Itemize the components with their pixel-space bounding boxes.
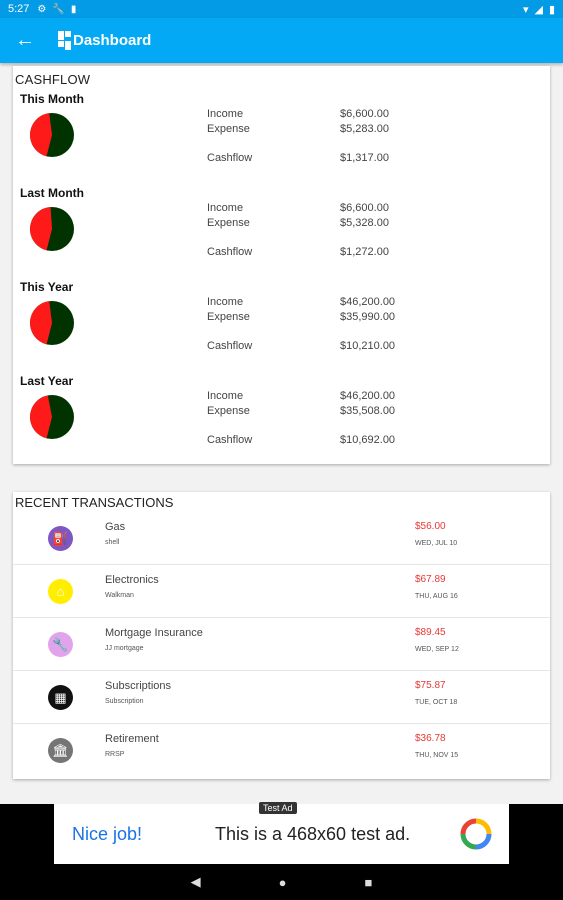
income-value: $6,600.00 bbox=[340, 202, 389, 214]
wifi-icon: ▾ bbox=[522, 3, 529, 16]
cashflow-value: $10,692.00 bbox=[340, 434, 396, 446]
wrench-icon: 🔧 bbox=[52, 3, 65, 15]
page-title: Dashboard bbox=[73, 32, 152, 49]
transaction-date: TUE, OCT 18 bbox=[415, 699, 458, 706]
arrow-back-icon[interactable]: ← bbox=[0, 29, 50, 52]
period-last-month: Last Month Income $6,600.00 Expense $5,3… bbox=[13, 186, 550, 280]
transaction-amount: $56.00 bbox=[415, 521, 446, 532]
ad-text: This is a 468x60 test ad. bbox=[215, 824, 411, 844]
app-bar: ← Dashboard bbox=[0, 18, 563, 63]
transaction-name: Electronics bbox=[105, 574, 159, 586]
cashflow-pie-chart bbox=[29, 207, 74, 251]
income-label: Income bbox=[207, 390, 244, 402]
transaction-payee: JJ mortgage bbox=[105, 645, 144, 652]
transaction-row[interactable]: 🔧 Mortgage Insurance JJ mortgage $89.45 … bbox=[13, 618, 550, 671]
transaction-row[interactable]: ⌂ Electronics Walkman $67.89 THU, AUG 16 bbox=[13, 565, 550, 618]
signal-icon: ◢ bbox=[534, 3, 543, 16]
expense-value: $35,508.00 bbox=[340, 405, 396, 417]
system-nav-bar: ◀ ● ■ bbox=[0, 864, 563, 900]
cashflow-value: $10,210.00 bbox=[340, 340, 396, 352]
income-label: Income bbox=[207, 296, 244, 308]
transaction-amount: $89.45 bbox=[415, 627, 446, 638]
transaction-row[interactable]: 🏛 Retirement RRSP $36.78 THU, NOV 15 bbox=[13, 724, 550, 777]
transaction-payee: Walkman bbox=[105, 592, 134, 599]
transaction-date: WED, SEP 12 bbox=[415, 646, 459, 653]
cashflow-card: CASHFLOW This Month Income $6,600.00 Exp… bbox=[13, 66, 550, 464]
expense-label: Expense bbox=[207, 217, 250, 229]
cashflow-value: $1,272.00 bbox=[340, 246, 389, 258]
gas-station-icon: ⛽ bbox=[48, 526, 73, 551]
transaction-date: THU, NOV 15 bbox=[415, 752, 459, 759]
transaction-name: Gas bbox=[105, 521, 126, 533]
transaction-name: Subscriptions bbox=[105, 680, 172, 692]
transaction-amount: $67.89 bbox=[415, 574, 446, 585]
ad-tag: Test Ad bbox=[259, 802, 297, 814]
income-value: $46,200.00 bbox=[340, 390, 396, 402]
transaction-date: WED, JUL 10 bbox=[415, 540, 458, 547]
battery-icon: ▮ bbox=[548, 3, 555, 16]
cashflow-heading: CASHFLOW bbox=[15, 72, 91, 87]
cashflow-label: Cashflow bbox=[207, 434, 253, 446]
nav-recents-icon[interactable]: ■ bbox=[365, 875, 373, 890]
ad-banner[interactable]: Test Ad Nice job! This is a 468x60 test … bbox=[54, 802, 509, 864]
recent-transactions-card: RECENT TRANSACTIONS ⛽ Gas shell $56.00 W… bbox=[13, 492, 550, 779]
cashflow-pie-chart bbox=[29, 395, 74, 439]
bank-icon: 🏛 bbox=[48, 738, 73, 763]
cashflow-value: $1,317.00 bbox=[340, 152, 389, 164]
cashflow-label: Cashflow bbox=[207, 152, 253, 164]
transaction-amount: $75.87 bbox=[415, 680, 446, 691]
ad-logo-icon bbox=[460, 818, 492, 850]
status-bar: 5:27 ⚙ 🔧 ▮ ▾ ◢ ▮ bbox=[0, 0, 563, 18]
cashflow-label: Cashflow bbox=[207, 340, 253, 352]
income-label: Income bbox=[207, 108, 244, 120]
transaction-row[interactable]: ⛽ Gas shell $56.00 WED, JUL 10 bbox=[13, 512, 550, 565]
period-label: Last Month bbox=[20, 186, 84, 200]
film-icon: ▦ bbox=[48, 685, 73, 710]
transaction-payee: Subscription bbox=[105, 698, 144, 705]
transaction-amount: $36.78 bbox=[415, 733, 446, 744]
wrench-icon: 🔧 bbox=[48, 632, 73, 657]
transaction-name: Retirement bbox=[105, 733, 159, 745]
expense-value: $5,328.00 bbox=[340, 217, 389, 229]
ad-headline[interactable]: Nice job! bbox=[72, 824, 142, 845]
transaction-row[interactable]: ▦ Subscriptions Subscription $75.87 TUE,… bbox=[13, 671, 550, 724]
cashflow-label: Cashflow bbox=[207, 246, 253, 258]
transaction-name: Mortgage Insurance bbox=[105, 627, 203, 639]
nav-back-icon[interactable]: ◀ bbox=[191, 874, 201, 890]
cashflow-pie-chart bbox=[29, 301, 74, 345]
transaction-date: THU, AUG 16 bbox=[415, 593, 458, 600]
transaction-payee: shell bbox=[105, 539, 120, 546]
period-this-month: This Month Income $6,600.00 Expense $5,2… bbox=[13, 92, 550, 186]
status-time: 5:27 bbox=[8, 3, 30, 15]
dashboard-icon bbox=[58, 31, 71, 50]
nav-home-icon[interactable]: ● bbox=[279, 875, 287, 890]
expense-label: Expense bbox=[207, 405, 250, 417]
expense-label: Expense bbox=[207, 123, 250, 135]
period-label: Last Year bbox=[20, 374, 74, 388]
sd-card-icon: ▮ bbox=[70, 3, 77, 15]
expense-label: Expense bbox=[207, 311, 250, 323]
income-value: $46,200.00 bbox=[340, 296, 396, 308]
transaction-payee: RRSP bbox=[105, 751, 125, 758]
period-last-year: Last Year Income $46,200.00 Expense $35,… bbox=[13, 374, 550, 468]
transactions-heading: RECENT TRANSACTIONS bbox=[15, 495, 174, 510]
home-icon: ⌂ bbox=[48, 579, 73, 604]
settings-icon: ⚙ bbox=[37, 3, 47, 15]
period-label: This Year bbox=[20, 280, 74, 294]
income-label: Income bbox=[207, 202, 244, 214]
cashflow-pie-chart bbox=[29, 113, 74, 157]
income-value: $6,600.00 bbox=[340, 108, 389, 120]
expense-value: $5,283.00 bbox=[340, 123, 389, 135]
period-this-year: This Year Income $46,200.00 Expense $35,… bbox=[13, 280, 550, 374]
expense-value: $35,990.00 bbox=[340, 311, 396, 323]
period-label: This Month bbox=[20, 92, 84, 106]
